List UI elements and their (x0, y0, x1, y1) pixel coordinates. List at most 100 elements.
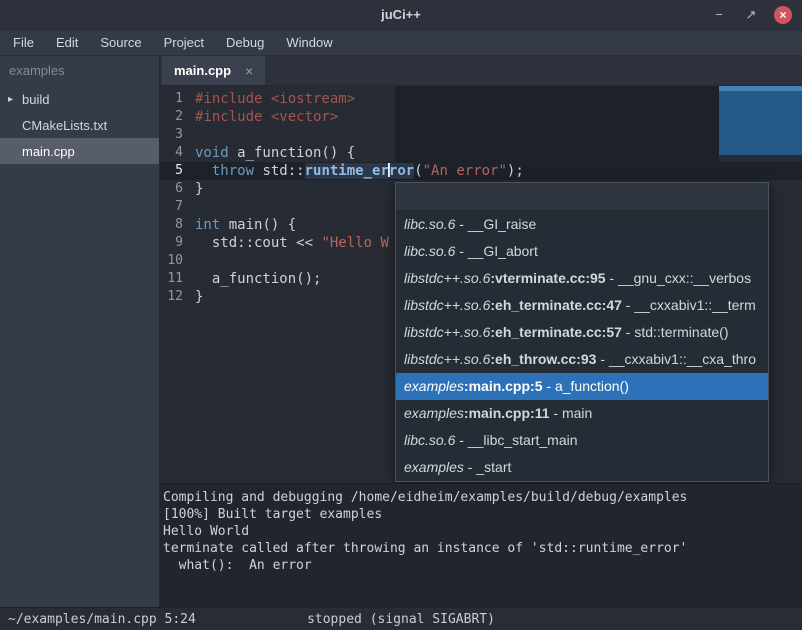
terminal-line: Compiling and debugging /home/eidheim/ex… (163, 489, 799, 506)
frame-function: - _start (464, 459, 511, 475)
tab-label: main.cpp (174, 63, 231, 78)
frame-function: - __cxxabiv1::__term (622, 297, 756, 313)
code-segment: runtime_er (305, 163, 389, 179)
frame-library: libstdc++.so.6 (404, 270, 490, 286)
status-bar: stopped (signal SIGABRT) ~/examples/main… (0, 607, 802, 630)
code-segment: ror (389, 163, 414, 179)
titlebar[interactable]: juCi++ − ↗ × (0, 0, 802, 30)
frame-library: examples (404, 459, 464, 475)
frame-function: - a_function() (543, 378, 629, 394)
code-line[interactable]: throw std::runtime_error("An error"); (190, 162, 802, 180)
status-file-position: ~/examples/main.cpp 5:24 (8, 612, 196, 627)
backtrace-popup: libc.so.6 - __GI_raiselibc.so.6 - __GI_a… (395, 182, 769, 482)
menu-item-source[interactable]: Source (89, 30, 152, 56)
sidebar: examples ▸build CMakeLists.txt main.cpp (0, 56, 160, 607)
code-segment: std::cout << (195, 235, 321, 251)
tree-item-label: CMakeLists.txt (22, 118, 107, 133)
line-number: 11 (160, 270, 190, 288)
line-number: 2 (160, 108, 190, 126)
backtrace-popup-header (396, 183, 768, 211)
maximize-button[interactable]: ↗ (742, 6, 760, 24)
frame-function: - std::terminate() (622, 324, 729, 340)
frame-library: libstdc++.so.6 (404, 351, 490, 367)
menu-item-edit[interactable]: Edit (45, 30, 89, 56)
editor-column: main.cpp × 123456789101112 #include <ios… (160, 56, 802, 607)
frame-function: - __cxxabiv1::__cxa_thro (596, 351, 756, 367)
tab-main-cpp[interactable]: main.cpp × (162, 56, 265, 85)
terminal-line: what(): An error (163, 557, 799, 574)
frame-library: libstdc++.so.6 (404, 297, 490, 313)
line-number: 12 (160, 288, 190, 306)
frame-library: libstdc++.so.6 (404, 324, 490, 340)
menu-bar: FileEditSourceProjectDebugWindow (0, 30, 802, 56)
frame-function: - __libc_start_main (455, 432, 577, 448)
code-segment: a_function(); (195, 271, 321, 287)
minimize-button[interactable]: − (710, 6, 728, 24)
terminal-line: Hello World (163, 523, 799, 540)
tree-item-label: main.cpp (22, 144, 75, 159)
menu-item-file[interactable]: File (2, 30, 45, 56)
code-segment: std:: (254, 163, 305, 179)
backtrace-item[interactable]: libc.so.6 - __GI_abort (396, 238, 768, 265)
code-segment: ); (507, 163, 524, 179)
menu-item-project[interactable]: Project (153, 30, 215, 56)
menu-item-window[interactable]: Window (275, 30, 343, 56)
code-segment: "An error" (423, 163, 507, 179)
frame-function: - main (550, 405, 593, 421)
tree-item-main-cpp[interactable]: main.cpp (0, 138, 159, 164)
code-segment: ( (414, 163, 422, 179)
frame-library: examples (404, 378, 464, 394)
line-number-gutter: 123456789101112 (160, 86, 190, 483)
frame-location: :eh_terminate.cc:57 (490, 324, 622, 340)
tree-item-label: build (22, 92, 49, 107)
backtrace-list: libc.so.6 - __GI_raiselibc.so.6 - __GI_a… (396, 211, 768, 481)
frame-function: - __GI_raise (455, 216, 536, 232)
code-segment: int (195, 217, 220, 233)
tree-item-build[interactable]: ▸build (0, 86, 159, 112)
frame-location: :main.cpp:5 (464, 378, 543, 394)
close-button[interactable]: × (774, 6, 792, 24)
terminal-line: terminate called after throwing an insta… (163, 540, 799, 557)
backtrace-item[interactable]: examples:main.cpp:5 - a_function() (396, 373, 768, 400)
line-number: 10 (160, 252, 190, 270)
backtrace-item[interactable]: libc.so.6 - __GI_raise (396, 211, 768, 238)
line-number: 8 (160, 216, 190, 234)
backtrace-item[interactable]: libstdc++.so.6:eh_terminate.cc:57 - std:… (396, 319, 768, 346)
frame-location: :eh_terminate.cc:47 (490, 297, 622, 313)
line-number: 3 (160, 126, 190, 144)
frame-library: libc.so.6 (404, 216, 455, 232)
frame-location: :main.cpp:11 (464, 405, 550, 421)
code-editor[interactable]: 123456789101112 #include <iostream>#incl… (160, 86, 802, 483)
frame-library: examples (404, 405, 464, 421)
chevron-right-icon[interactable]: ▸ (8, 94, 22, 105)
tree-item-cmakelists-txt[interactable]: CMakeLists.txt (0, 112, 159, 138)
line-number: 7 (160, 198, 190, 216)
code-segment: } (195, 181, 203, 197)
code-segment: a_function() { (229, 145, 355, 161)
tab-close-icon[interactable]: × (245, 63, 253, 79)
app-window: juCi++ − ↗ × FileEditSourceProjectDebugW… (0, 0, 802, 630)
frame-function: - __GI_abort (455, 243, 538, 259)
menu-item-debug[interactable]: Debug (215, 30, 275, 56)
backtrace-item[interactable]: libc.so.6 - __libc_start_main (396, 427, 768, 454)
backtrace-item[interactable]: examples:main.cpp:11 - main (396, 400, 768, 427)
code-segment (195, 163, 212, 179)
line-number: 4 (160, 144, 190, 162)
terminal-output[interactable]: Compiling and debugging /home/eidheim/ex… (160, 483, 802, 607)
window-title: juCi++ (381, 7, 421, 22)
backtrace-item[interactable]: examples - _start (396, 454, 768, 481)
code-segment: main() { (220, 217, 296, 233)
code-segment: <iostream> (271, 91, 355, 107)
line-number: 1 (160, 90, 190, 108)
frame-location: :eh_throw.cc:93 (490, 351, 596, 367)
backtrace-item[interactable]: libstdc++.so.6:eh_terminate.cc:47 - __cx… (396, 292, 768, 319)
project-name: examples (0, 56, 159, 86)
code-segment: <vector> (271, 109, 338, 125)
line-number: 6 (160, 180, 190, 198)
backtrace-item[interactable]: libstdc++.so.6:eh_throw.cc:93 - __cxxabi… (396, 346, 768, 373)
code-segment: #include (195, 109, 271, 125)
code-segment: #include (195, 91, 271, 107)
backtrace-item[interactable]: libstdc++.so.6:vterminate.cc:95 - __gnu_… (396, 265, 768, 292)
window-controls: − ↗ × (710, 0, 792, 29)
debug-info-panel (719, 86, 802, 155)
